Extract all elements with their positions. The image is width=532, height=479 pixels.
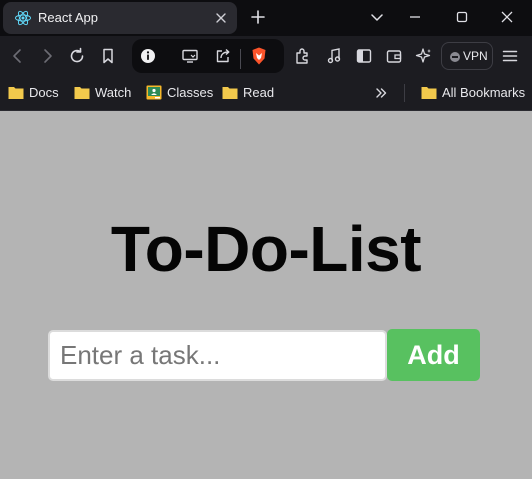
- bookmark-icon[interactable]: [98, 46, 118, 66]
- reload-icon[interactable]: [67, 46, 87, 66]
- double-chevron-right-icon[interactable]: [373, 85, 389, 101]
- bookmark-watch[interactable]: Watch: [74, 84, 132, 102]
- vpn-status-icon: [450, 52, 460, 62]
- add-button[interactable]: Add: [387, 329, 480, 381]
- bookmarks-bar: Docs Watch Classes Read All Bookmarks: [0, 76, 532, 111]
- folder-icon: [74, 87, 90, 99]
- all-bookmarks-button[interactable]: All Bookmarks: [421, 84, 525, 102]
- classroom-icon: [146, 85, 162, 100]
- media-icon[interactable]: [324, 46, 344, 66]
- bookmark-label: Watch: [95, 85, 132, 100]
- extensions-icon[interactable]: [293, 46, 313, 66]
- back-icon[interactable]: [8, 46, 28, 66]
- page-content: To-Do-List Add: [0, 111, 532, 479]
- bookmarks-divider: [404, 84, 405, 102]
- cast-icon[interactable]: [180, 46, 200, 66]
- vpn-button[interactable]: VPN: [441, 42, 493, 70]
- bookmark-classes[interactable]: Classes: [146, 84, 214, 102]
- sidebar-icon[interactable]: [354, 46, 374, 66]
- hamburger-menu-icon[interactable]: [500, 46, 520, 66]
- window-close-icon[interactable]: [497, 7, 517, 27]
- forward-icon[interactable]: [37, 46, 57, 66]
- wallet-icon[interactable]: [384, 46, 404, 66]
- page-title: To-Do-List: [110, 213, 422, 285]
- minimize-icon[interactable]: [405, 7, 425, 27]
- bookmark-label: Read: [243, 85, 275, 100]
- address-bar[interactable]: [132, 39, 284, 73]
- plus-icon[interactable]: [249, 8, 267, 26]
- chevron-down-icon[interactable]: [367, 7, 387, 27]
- folder-icon: [8, 87, 24, 99]
- leo-icon[interactable]: [414, 46, 434, 66]
- task-input[interactable]: [48, 330, 387, 381]
- folder-icon: [222, 87, 238, 99]
- bookmark-label: Classes: [167, 85, 214, 100]
- brave-shield-icon[interactable]: [249, 46, 269, 66]
- share-icon[interactable]: [213, 46, 233, 66]
- info-icon[interactable]: [138, 46, 158, 66]
- urlbar-divider: [240, 49, 241, 69]
- react-icon: [15, 10, 31, 26]
- all-bookmarks-label: All Bookmarks: [442, 85, 526, 100]
- tab-title: React App: [38, 10, 98, 25]
- browser-tab[interactable]: React App: [3, 2, 237, 34]
- bookmark-label: Docs: [29, 85, 59, 100]
- bookmark-docs[interactable]: Docs: [8, 84, 60, 102]
- vpn-label: VPN: [463, 49, 488, 63]
- bookmark-read[interactable]: Read: [222, 84, 275, 102]
- browser-toolbar: VPN: [0, 36, 532, 76]
- maximize-icon[interactable]: [452, 7, 472, 27]
- close-icon[interactable]: [214, 11, 228, 25]
- tab-strip: React App: [0, 0, 532, 36]
- folder-icon: [421, 87, 437, 99]
